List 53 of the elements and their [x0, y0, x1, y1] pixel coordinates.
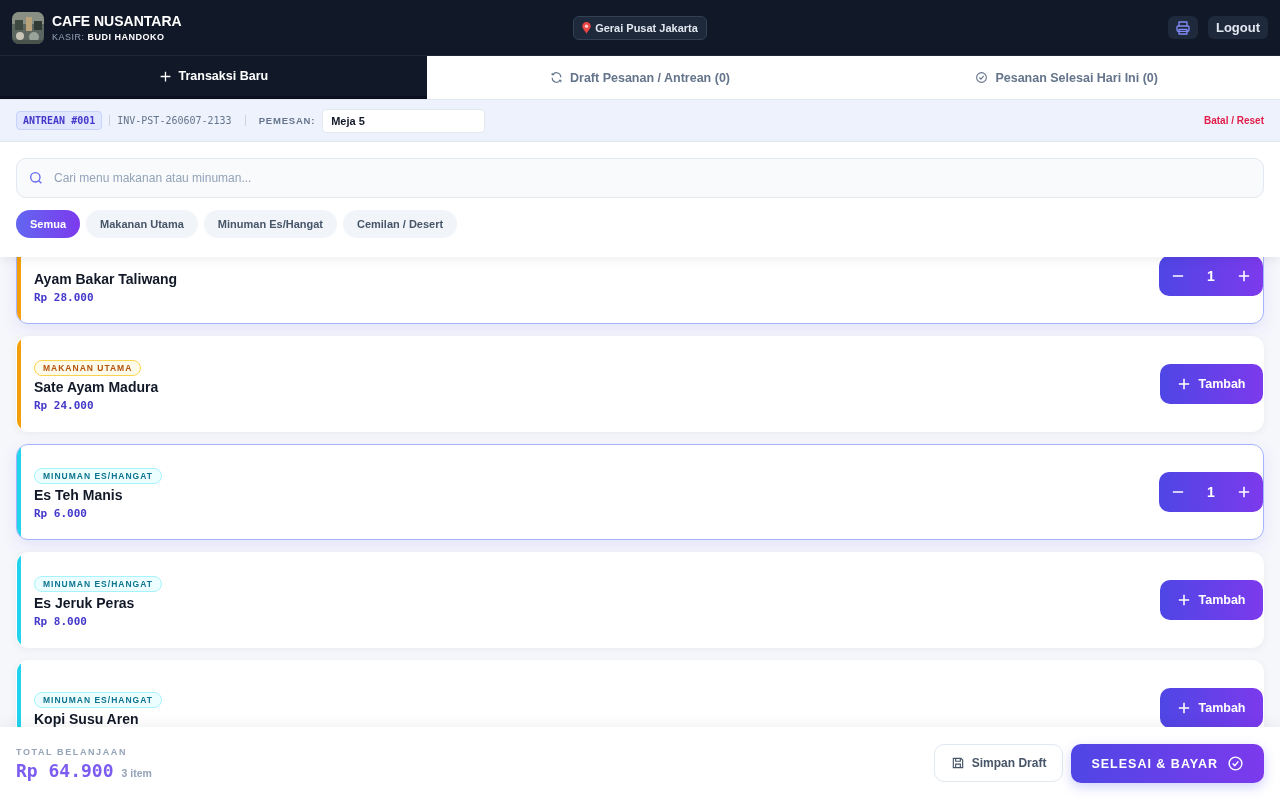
total-amount: Rp 64.900 [16, 759, 114, 781]
queue-badge: ANTREAN #001 [16, 111, 103, 130]
check-circle-icon [975, 71, 989, 84]
category-tag: MAKANAN UTAMA [34, 359, 142, 376]
item-name: Ayam Bakar Taliwang [34, 270, 179, 287]
search-field[interactable]: Cari menu makanan atau minuman... [16, 158, 1264, 198]
printer-icon [1174, 19, 1191, 36]
outlet-badge: Gerai Pusat Jakarta [573, 15, 707, 40]
add-button[interactable]: Tambah [1160, 364, 1263, 404]
category-chip[interactable]: Cemilan / Desert [342, 210, 458, 238]
plus-icon [1177, 378, 1190, 390]
print-button[interactable] [1167, 16, 1198, 39]
item-count: 3 item [121, 766, 152, 779]
item-name: Sate Ayam Madura [34, 378, 160, 395]
check-circle-icon [1227, 755, 1244, 772]
category-chip[interactable]: Minuman Es/Hangat [203, 210, 337, 238]
plus-icon [1177, 702, 1190, 714]
tab[interactable]: Transaksi Baru [0, 56, 427, 99]
cashier-label: KASIR: [52, 32, 85, 42]
pin-icon [582, 21, 592, 34]
total-label: TOTAL BELANJAAN [16, 746, 128, 757]
refresh-icon [550, 71, 563, 84]
item-name: Es Teh Manis [34, 486, 124, 503]
search-icon [28, 170, 44, 186]
category-tag: MINUMAN ES/HANGAT [34, 575, 162, 592]
save-draft-button[interactable]: Simpan Draft [933, 744, 1064, 782]
plus-icon [1238, 486, 1250, 498]
plus-icon [1177, 594, 1190, 606]
item-price: Rp 28.000 [34, 290, 95, 304]
quantity-value: 1 [1207, 268, 1215, 284]
category-tag: MINUMAN ES/HANGAT [34, 692, 162, 708]
item-name: Es Jeruk Peras [34, 594, 136, 611]
pay-button[interactable]: SELESAI & BAYAR [1071, 744, 1264, 783]
plus-icon [158, 69, 172, 83]
add-button[interactable]: Tambah [1160, 688, 1263, 727]
cashier-name: BUDI HANDOKO [87, 32, 165, 42]
item-price: Rp 6.000 [34, 506, 88, 520]
category-chip[interactable]: Makanan Utama [86, 210, 198, 238]
item-price: Rp 8.000 [34, 614, 88, 628]
app-title: CAFE NUSANTARA [52, 13, 182, 29]
plus-icon [1238, 270, 1250, 282]
quantity-value: 1 [1207, 484, 1215, 500]
reset-link[interactable]: Batal / Reset [1203, 115, 1264, 126]
item-name: Kopi Susu Aren [34, 711, 140, 727]
logout-button[interactable]: Logout [1207, 16, 1268, 39]
category-chip[interactable]: Semua [16, 210, 81, 238]
category-tag: MINUMAN ES/HANGAT [34, 467, 162, 484]
add-button[interactable]: Tambah [1160, 580, 1263, 620]
save-icon [950, 756, 965, 770]
invoice-number: INV-PST-260607-2133 [117, 115, 232, 126]
customer-field[interactable]: Meja 5 [322, 108, 486, 133]
customer-label: PEMESAN: [258, 115, 316, 126]
item-price: Rp 24.000 [34, 398, 95, 412]
